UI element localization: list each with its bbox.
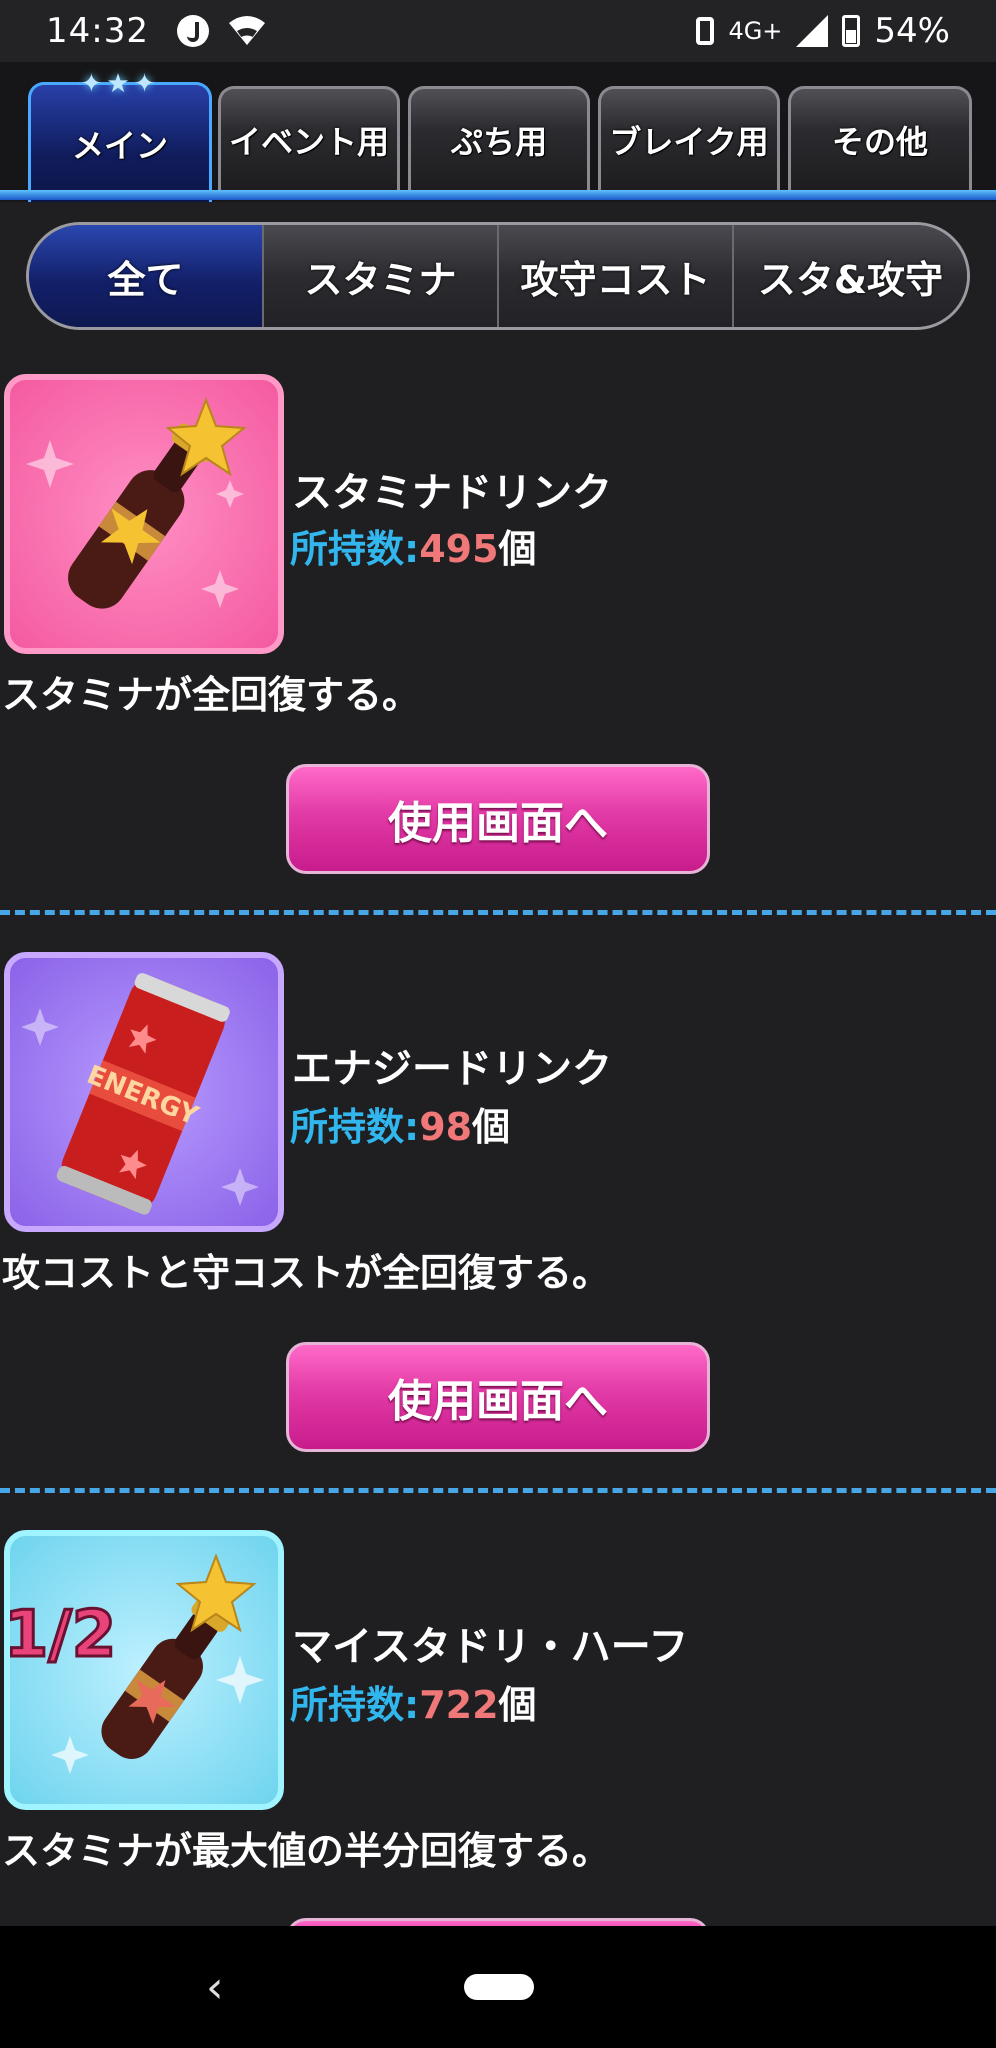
tab-other[interactable]: その他 [788,86,972,190]
item-description: スタミナが全回復する。 [2,673,421,717]
wifi-icon [228,16,265,45]
tab-label: ブレイク用 [609,122,769,161]
count-label: 所持数: [290,1105,420,1149]
back-icon[interactable]: ‹ [206,1962,224,2013]
status-right: 4G+ 54% [696,11,950,51]
signal-icon [796,15,829,47]
item-count: 所持数:98個 [290,1096,510,1151]
item-description: 攻コストと守コストが全回復する。 [2,1251,611,1295]
item-count: 所持数:495個 [290,518,537,573]
item-count: 所持数:722個 [290,1674,537,1729]
tabs-underline [0,190,996,200]
item-name: マイスタドリ・ハーフ [292,1624,689,1670]
use-screen-button[interactable]: 使用画面へ [286,1342,710,1452]
battery-icon [842,15,861,47]
energy-drink-icon: ENERGY [4,952,284,1232]
count-label: 所持数: [290,527,420,571]
battery-percent: 54% [874,11,950,51]
filter-stamina[interactable]: スタミナ [264,225,499,327]
music-icon [176,15,209,47]
tab-event[interactable]: イベント用 [218,86,400,190]
home-pill-icon[interactable] [464,1974,534,2000]
status-bar: 14:32 4G+ 54% [0,0,996,62]
count-value: 98 [419,1105,473,1149]
tab-label: その他 [831,122,928,161]
filter-stamina-and-cost[interactable]: スタ&攻守 [734,225,967,327]
tab-puchi[interactable]: ぷち用 [408,86,590,190]
count-label: 所持数: [290,1683,420,1727]
tab-label: イベント用 [228,122,389,161]
tab-break[interactable]: ブレイク用 [598,86,780,190]
tab-label: ぷち用 [450,122,548,161]
stamina-drink-icon [4,374,284,654]
system-nav-bar: ‹ [0,1926,996,2048]
count-unit: 個 [498,527,537,571]
category-tabs: ✦★✦ メイン イベント用 ぷち用 ブレイク用 その他 [0,62,996,202]
item-row: 1/2 マイスタドリ・ハーフ 所持数:722個 スタミナが最大値の半分回復する。 [0,1530,996,1950]
count-unit: 個 [472,1105,511,1149]
half-badge: 1/2 [10,1598,116,1672]
item-name: エナジードリンク [292,1046,612,1092]
item-divider [0,1488,996,1493]
network-type: 4G+ [728,17,783,45]
filter-segment: 全て スタミナ 攻守コスト スタ&攻守 [26,222,970,330]
use-screen-button[interactable]: 使用画面へ [286,764,710,874]
count-unit: 個 [498,1683,537,1727]
stars-icon: ✦★✦ [80,69,160,99]
item-row: スタミナドリンク 所持数:495個 スタミナが全回復する。 使用画面へ [0,374,996,874]
status-time: 14:32 [46,11,149,51]
item-row: ENERGY エナジードリンク 所持数:98個 攻コストと守コストが全回復する。… [0,952,996,1452]
vibrate-icon [696,17,715,45]
item-name: スタミナドリンク [292,470,612,516]
tab-main[interactable]: ✦★✦ メイン [28,69,212,202]
count-value: 722 [419,1683,499,1727]
tab-label: メイン [71,126,168,165]
count-value: 495 [419,527,499,571]
item-divider [0,910,996,915]
filter-all[interactable]: 全て [29,225,264,327]
filter-cost[interactable]: 攻守コスト [499,225,734,327]
item-description: スタミナが最大値の半分回復する。 [2,1829,611,1873]
half-stamina-drink-icon: 1/2 [4,1530,284,1810]
